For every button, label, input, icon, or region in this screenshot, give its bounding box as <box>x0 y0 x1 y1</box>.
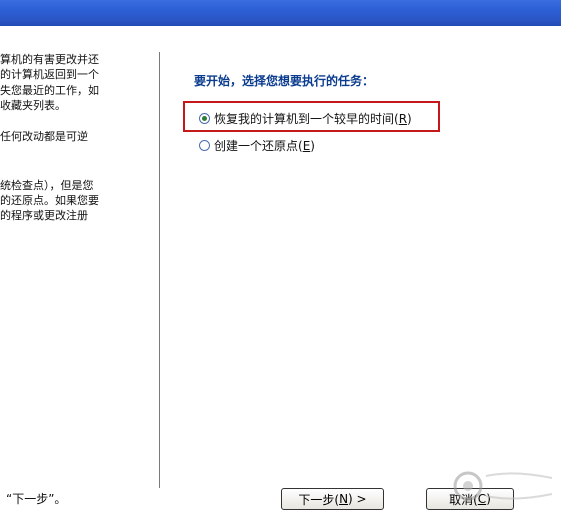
next-label-suffix: ) > <box>348 492 367 506</box>
option-label: 恢复我的计算机到一个较早的时间( <box>214 112 399 126</box>
next-button[interactable]: 下一步(N) > <box>281 488 384 510</box>
description-line: 的程序或更改注册 <box>0 209 88 222</box>
radio-selected-icon[interactable] <box>199 113 210 124</box>
description-line: 算机的有害更改并还 <box>0 53 99 66</box>
description-line: 的还原点。如果您要 <box>0 194 99 207</box>
left-description-panel: 算机的有害更改并还 的计算机返回到一个 失您最近的工作，如 收藏夹列表。 任何改… <box>0 26 159 519</box>
description-line: 任何改动都是可逆 <box>0 130 88 143</box>
footer-hint: “下一步”。 <box>6 492 67 506</box>
description-line: 失您最近的工作，如 <box>0 84 99 97</box>
option-label-suffix: ) <box>407 111 412 126</box>
next-accesskey: N <box>339 492 349 506</box>
option-label: 创建一个还原点( <box>214 139 303 153</box>
option-accesskey: R <box>398 111 408 126</box>
watermark-logo-icon <box>453 471 553 501</box>
option-accesskey: E <box>302 138 311 153</box>
option-label-suffix: ) <box>310 138 315 153</box>
window-titlebar <box>0 0 561 26</box>
task-heading: 要开始，选择您想要执行的任务： <box>194 74 375 88</box>
option-create-restore-point[interactable]: 创建一个还原点(E) <box>199 137 315 154</box>
next-label: 下一步( <box>298 492 340 507</box>
panel-divider <box>159 52 160 488</box>
radio-unselected-icon[interactable] <box>199 140 210 151</box>
description-line: 的计算机返回到一个 <box>0 68 99 81</box>
description-line: 收藏夹列表。 <box>0 99 66 112</box>
description-line: 统检查点），但是您 <box>0 179 94 192</box>
option-restore-earlier-time[interactable]: 恢复我的计算机到一个较早的时间(R) <box>199 110 412 127</box>
